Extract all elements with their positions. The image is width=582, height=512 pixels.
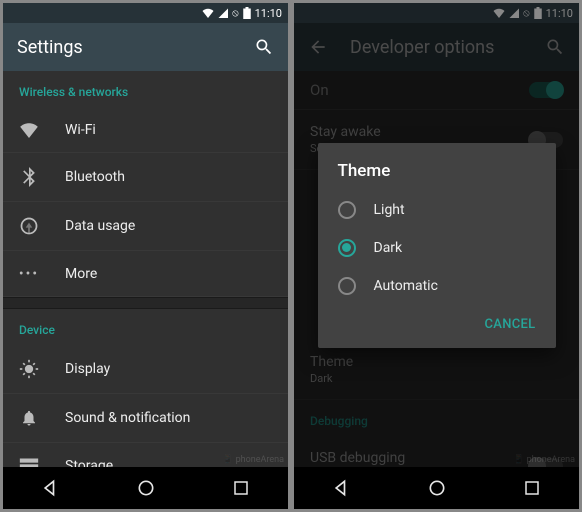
- section-divider: [3, 297, 288, 309]
- battery-icon: [534, 7, 542, 19]
- theme-dialog: Theme Light Dark Automatic CANCEL: [318, 143, 556, 348]
- radio-selected: [338, 239, 356, 257]
- wifi-icon: [19, 122, 39, 138]
- item-more[interactable]: ••• More: [3, 251, 288, 297]
- item-label: Wi-Fi: [65, 122, 96, 138]
- no-sim-icon: ⦸: [523, 8, 530, 19]
- phone-right: ⦸ 11:10 Developer options On Stay awake …: [294, 3, 579, 509]
- item-label: Display: [65, 361, 110, 377]
- app-bar: Settings: [3, 23, 288, 71]
- radio-unselected: [338, 277, 356, 295]
- status-bar: ⦸ 11:10: [3, 3, 288, 23]
- item-label: Data usage: [65, 218, 135, 234]
- dialog-actions: CANCEL: [318, 305, 556, 342]
- nav-home[interactable]: [427, 478, 447, 498]
- item-label: Sound & notification: [65, 410, 190, 426]
- dialog-scrim[interactable]: Theme Light Dark Automatic CANCEL: [294, 23, 579, 467]
- nav-bar: [294, 467, 579, 509]
- item-sound[interactable]: Sound & notification: [3, 394, 288, 443]
- page-title: Settings: [17, 37, 232, 58]
- wifi-status-icon: [202, 8, 214, 18]
- option-automatic[interactable]: Automatic: [318, 267, 556, 305]
- option-light[interactable]: Light: [318, 191, 556, 229]
- signal-status-icon: [218, 8, 228, 18]
- item-label: Bluetooth: [65, 169, 125, 185]
- option-label: Dark: [374, 240, 403, 256]
- item-label: Storage: [65, 458, 113, 467]
- wifi-status-icon: [493, 8, 505, 18]
- radio-unselected: [338, 201, 356, 219]
- item-data-usage[interactable]: Data usage: [3, 202, 288, 251]
- nav-back[interactable]: [41, 478, 61, 498]
- section-device: Device: [3, 309, 288, 345]
- more-icon: •••: [19, 266, 39, 282]
- search-icon[interactable]: [254, 37, 274, 57]
- nav-recent[interactable]: [232, 479, 250, 497]
- item-label: More: [65, 266, 97, 282]
- data-usage-icon: [19, 216, 39, 236]
- item-bluetooth[interactable]: Bluetooth: [3, 153, 288, 202]
- nav-home[interactable]: [136, 478, 156, 498]
- watermark: 📱phoneArena: [222, 455, 284, 465]
- option-label: Automatic: [374, 278, 438, 294]
- signal-status-icon: [509, 8, 519, 18]
- item-display[interactable]: Display: [3, 345, 288, 394]
- nav-bar: [3, 467, 288, 509]
- no-sim-icon: ⦸: [232, 8, 239, 19]
- item-wifi[interactable]: Wi-Fi: [3, 107, 288, 153]
- nav-back[interactable]: [332, 478, 352, 498]
- bluetooth-icon: [19, 167, 39, 187]
- storage-icon: [19, 457, 39, 467]
- dialog-title: Theme: [318, 161, 556, 191]
- phone-left: ⦸ 11:10 Settings Wireless & networks Wi-…: [3, 3, 288, 509]
- battery-icon: [243, 7, 251, 19]
- clock: 11:10: [255, 7, 282, 20]
- clock: 11:10: [546, 7, 573, 20]
- display-icon: [19, 359, 39, 379]
- cancel-button[interactable]: CANCEL: [477, 311, 544, 338]
- settings-list: Wireless & networks Wi-Fi Bluetooth Data…: [3, 71, 288, 467]
- section-wireless: Wireless & networks: [3, 71, 288, 107]
- bell-icon: [19, 408, 39, 428]
- option-dark[interactable]: Dark: [318, 229, 556, 267]
- option-label: Light: [374, 202, 405, 218]
- nav-recent[interactable]: [523, 479, 541, 497]
- status-bar: ⦸ 11:10: [294, 3, 579, 23]
- watermark: 📱phoneArena: [513, 455, 575, 465]
